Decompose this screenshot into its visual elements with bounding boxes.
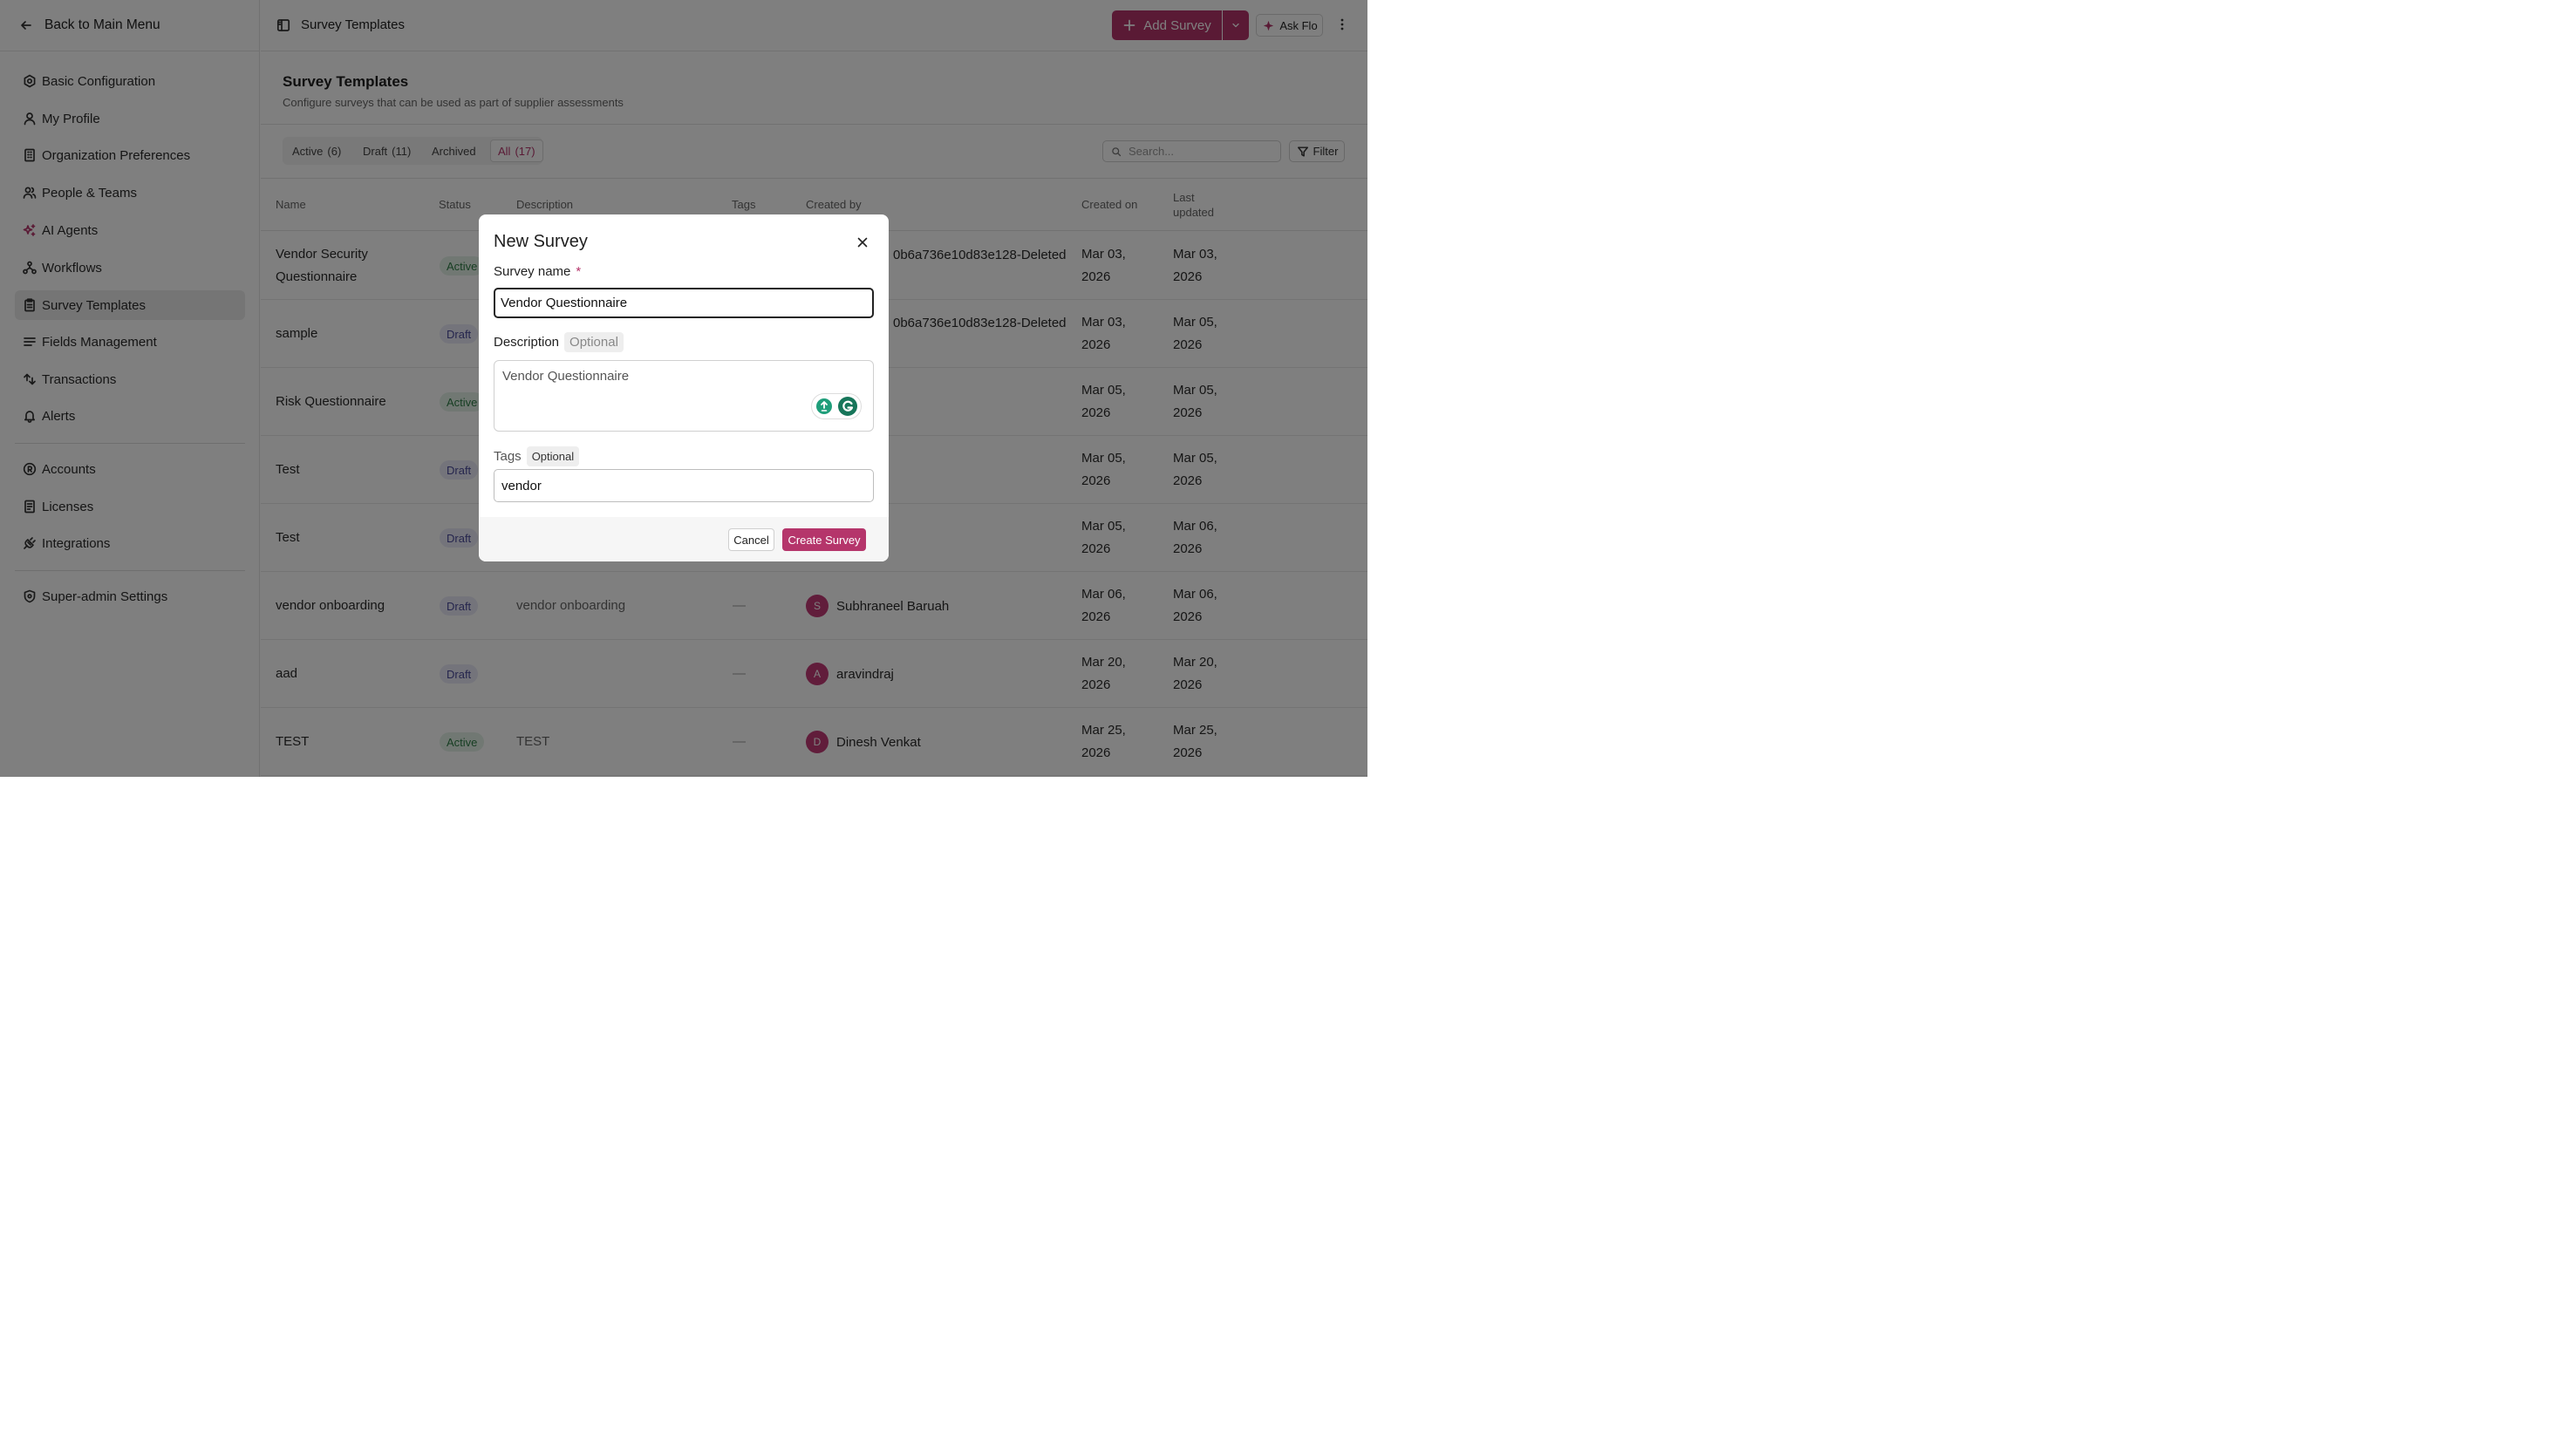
- optional-pill: Optional: [526, 446, 580, 466]
- dialog-title: New Survey: [494, 232, 588, 251]
- description-label: Description Optional: [494, 332, 624, 352]
- cancel-button[interactable]: Cancel: [728, 528, 774, 551]
- grammarly-widget[interactable]: [811, 393, 862, 419]
- dialog-footer: Cancel Create Survey: [479, 517, 889, 561]
- close-icon[interactable]: [856, 235, 869, 249]
- create-survey-button[interactable]: Create Survey: [782, 528, 866, 551]
- survey-name-label: Survey name *: [494, 264, 581, 279]
- new-survey-dialog: New Survey Survey name * Description Opt…: [479, 214, 889, 561]
- grammarly-icon: [837, 396, 858, 417]
- survey-name-input[interactable]: [494, 288, 874, 318]
- tags-input[interactable]: [494, 469, 874, 502]
- required-mark: *: [576, 264, 582, 279]
- label-text: Survey name: [494, 264, 571, 279]
- bulb-icon: [815, 398, 833, 415]
- label-text: Description: [494, 335, 560, 350]
- optional-pill: Optional: [564, 332, 624, 352]
- label-text: Tags: [494, 449, 522, 464]
- tags-label: Tags Optional: [494, 446, 580, 466]
